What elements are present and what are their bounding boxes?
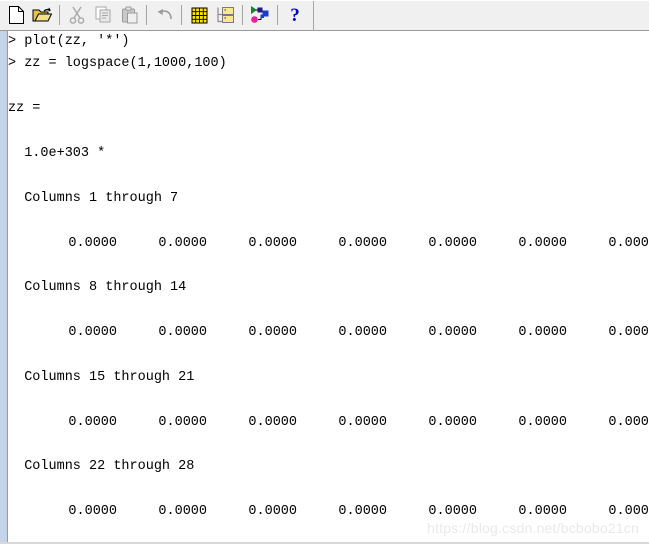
console-value-cell: 0.0000 xyxy=(608,325,649,341)
left-gutter-strip xyxy=(0,31,7,544)
help-glyph: ? xyxy=(290,4,300,26)
console-value-cell: 0.0000 xyxy=(608,414,649,430)
paste-icon[interactable] xyxy=(117,3,141,27)
toolbar-empty-area xyxy=(314,0,649,30)
watermark: https://blog.csdn.net/bcbobo21cn xyxy=(427,520,639,536)
simulink-icon[interactable] xyxy=(248,3,272,27)
undo-icon[interactable] xyxy=(152,3,176,27)
console-value-cell: 0.0000 xyxy=(248,325,297,341)
row-indent xyxy=(8,501,34,523)
console-value-cell: 0.0000 xyxy=(158,235,207,251)
console-value-cell: 0.0000 xyxy=(428,235,477,251)
matlab-command-window: ? > plot(zz, '*') > zz = logspace(1,1000,… xyxy=(0,0,649,544)
console-value-cell: 0.0000 xyxy=(68,325,117,341)
workspace-grid-icon[interactable] xyxy=(187,3,211,27)
toolbar-separator xyxy=(242,5,243,25)
path-browser-icon[interactable] xyxy=(213,3,237,27)
console-value-cell: 0.0000 xyxy=(158,504,207,520)
console-text-line: Columns 22 through 28 xyxy=(8,459,195,475)
console-value-cell: 0.0000 xyxy=(518,325,567,341)
console-value-cell: 0.0000 xyxy=(248,414,297,430)
toolbar-separator xyxy=(146,5,147,25)
console-value-cell: 0.0000 xyxy=(248,235,297,251)
console-text-line: Columns 8 through 14 xyxy=(8,280,187,296)
toolbar-separator xyxy=(277,5,278,25)
cut-icon[interactable] xyxy=(65,3,89,27)
new-file-icon[interactable] xyxy=(4,3,28,27)
console-value-cell: 0.0000 xyxy=(158,414,207,430)
copy-icon[interactable] xyxy=(91,3,115,27)
toolbar: ? xyxy=(0,0,649,31)
console-value-cell: 0.0000 xyxy=(518,235,567,251)
console-text-line: Columns 15 through 21 xyxy=(8,369,195,385)
console-value-row: 0.0000 0.0000 0.0000 0.0000 0.0000 0.0000 0.00… xyxy=(8,412,649,434)
row-indent xyxy=(8,322,34,344)
console-text-line: > zz = logspace(1,1000,100) xyxy=(8,56,227,72)
console-value-cell: 0.0000 xyxy=(608,235,649,251)
console-value-cell: 0.0000 xyxy=(68,504,117,520)
toolbar-separator xyxy=(181,5,182,25)
console-value-cell: 0.0000 xyxy=(338,504,387,520)
console-value-cell: 0.0000 xyxy=(158,325,207,341)
console-value-row: 0.0000 0.0000 0.0000 0.0000 0.0000 0.0000 0.00… xyxy=(8,322,649,344)
console-value-cell: 0.0000 xyxy=(428,414,477,430)
console-text-line: > plot(zz, '*') xyxy=(8,34,130,49)
console-text-line: 1.0e+303 * xyxy=(8,145,106,161)
console-text-line: Columns 1 through 7 xyxy=(8,190,179,206)
command-window[interactable]: > plot(zz, '*') > zz = logspace(1,1000,10… xyxy=(0,31,649,544)
console-value-cell: 0.0000 xyxy=(248,504,297,520)
console-value-cell: 0.0000 xyxy=(518,414,567,430)
console-value-cell: 0.0000 xyxy=(428,325,477,341)
console-value-row: 0.0000 0.0000 0.0000 0.0000 0.0000 0.0000 0.00… xyxy=(8,233,649,255)
row-indent xyxy=(8,412,34,434)
console-value-cell: 0.0000 xyxy=(68,414,117,430)
console-value-cell: 0.0000 xyxy=(338,235,387,251)
open-file-icon[interactable] xyxy=(30,3,54,27)
console-output[interactable]: > plot(zz, '*') > zz = logspace(1,1000,10… xyxy=(8,31,649,544)
row-indent xyxy=(8,233,34,255)
console-value-cell: 0.0000 xyxy=(338,414,387,430)
console-value-cell: 0.0000 xyxy=(68,235,117,251)
toolbar-separator xyxy=(59,5,60,25)
console-value-cell: 0.0000 xyxy=(338,325,387,341)
console-text-line: zz = xyxy=(8,101,41,117)
help-icon[interactable]: ? xyxy=(283,3,307,27)
